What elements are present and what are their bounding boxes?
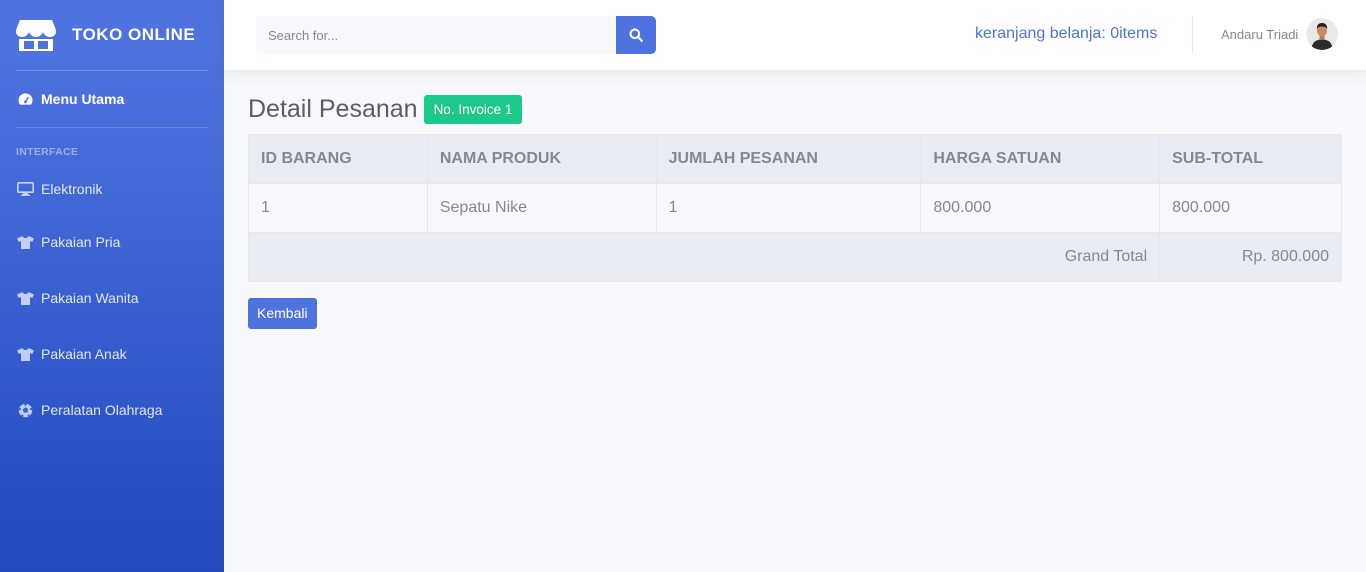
topbar-divider xyxy=(1192,16,1193,54)
sidebar-item-elektronik[interactable]: Elektronik xyxy=(0,164,224,214)
sidebar-heading: INTERFACE xyxy=(16,146,79,158)
sidebar-item-label: Pakaian Wanita xyxy=(41,290,139,306)
tshirt-icon xyxy=(16,234,34,250)
back-button[interactable]: Kembali xyxy=(248,298,317,329)
user-dropdown[interactable]: Andaru Triadi xyxy=(1221,18,1339,50)
sidebar-item-pakaian-pria[interactable]: Pakaian Pria xyxy=(0,214,224,270)
sidebar-item-label: Pakaian Anak xyxy=(41,346,127,362)
cell-harga-satuan: 800.000 xyxy=(920,183,1161,233)
sidebar-item-label: Peralatan Olahraga xyxy=(41,402,163,418)
topbar: keranjang belanja: 0items Andaru Triadi xyxy=(224,0,1366,70)
sidebar-item-pakaian-anak[interactable]: Pakaian Anak xyxy=(0,326,224,382)
grand-total-label: Grand Total xyxy=(247,232,1161,282)
table-header-row: ID BARANG NAMA PRODUK JUMLAH PESANAN HAR… xyxy=(248,134,1342,184)
column-header: JUMLAH PESANAN xyxy=(655,134,922,184)
desktop-icon xyxy=(16,181,34,197)
search-button[interactable] xyxy=(616,16,656,54)
store-icon xyxy=(16,18,56,52)
user-name: Andaru Triadi xyxy=(1221,26,1299,42)
avatar xyxy=(1306,18,1339,50)
search-icon xyxy=(629,28,643,42)
column-header: ID BARANG xyxy=(248,134,428,184)
order-table: ID BARANG NAMA PRODUK JUMLAH PESANAN HAR… xyxy=(247,134,1342,282)
sidebar-item-pakaian-wanita[interactable]: Pakaian Wanita xyxy=(0,270,224,326)
sidebar-item-peralatan-olahraga[interactable]: Peralatan Olahraga xyxy=(0,382,224,438)
table-row: 1 Sepatu Nike 1 800.000 800.000 xyxy=(248,183,1342,233)
brand-link[interactable]: TOKO ONLINE xyxy=(0,0,224,70)
search-input[interactable] xyxy=(256,16,616,54)
search-form xyxy=(256,16,656,54)
futbol-icon xyxy=(16,402,34,418)
tshirt-icon xyxy=(16,290,34,306)
sidebar-item-label: Elektronik xyxy=(41,181,103,197)
sidebar-item-menu-utama[interactable]: Menu Utama xyxy=(0,71,224,127)
tshirt-icon xyxy=(16,346,34,362)
cell-jumlah-pesanan: 1 xyxy=(655,183,922,233)
sidebar-item-label: Menu Utama xyxy=(41,91,125,107)
grand-total-value: Rp. 800.000 xyxy=(1159,232,1342,282)
cell-nama-produk: Sepatu Nike xyxy=(426,183,657,233)
cart-link[interactable]: keranjang belanja: 0items xyxy=(975,25,1157,43)
tachometer-icon xyxy=(16,91,34,107)
column-header: HARGA SATUAN xyxy=(920,134,1161,184)
column-header: SUB-TOTAL xyxy=(1159,134,1342,184)
sidebar-item-label: Pakaian Pria xyxy=(41,234,121,250)
column-header: NAMA PRODUK xyxy=(426,134,657,184)
grand-total-row: Grand Total Rp. 800.000 xyxy=(247,232,1342,282)
cell-id-barang: 1 xyxy=(248,183,428,233)
invoice-badge: No. Invoice 1 xyxy=(423,94,523,124)
main-content: Detail Pesanan No. Invoice 1 ID BARANG N… xyxy=(247,92,1342,329)
brand-name: TOKO ONLINE xyxy=(72,25,196,44)
title-row: Detail Pesanan No. Invoice 1 xyxy=(248,92,1342,126)
page-title: Detail Pesanan xyxy=(248,94,418,123)
cell-sub-total: 800.000 xyxy=(1159,183,1342,233)
sidebar: TOKO ONLINE Menu Utama INTERFACE Elektro… xyxy=(0,0,224,572)
